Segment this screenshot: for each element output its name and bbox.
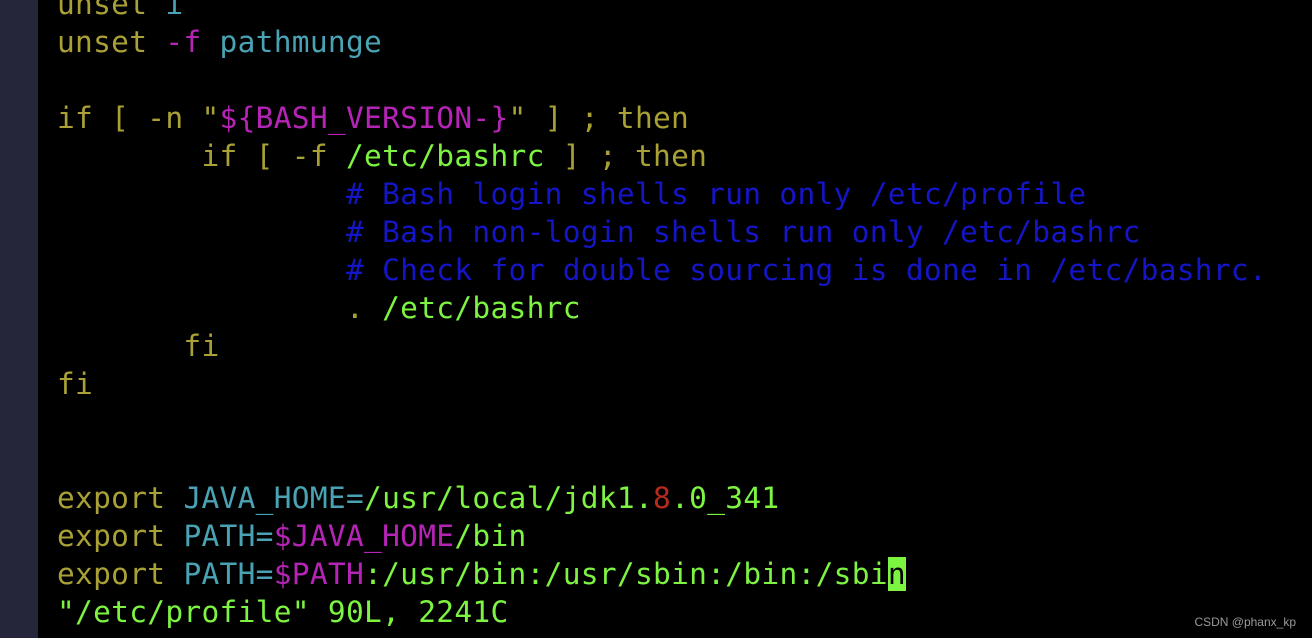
syntax-token: :/usr/bin:/usr/sbin:/bin:/sbi bbox=[364, 557, 888, 591]
syntax-token: "/etc/profile" 90L, 2241C bbox=[57, 595, 509, 629]
syntax-token: if [ -f bbox=[57, 139, 346, 173]
code-line: export PATH=$PATH:/usr/bin:/usr/sbin:/bi… bbox=[57, 555, 1267, 593]
syntax-token: /usr/local/jdk1. bbox=[364, 481, 654, 515]
syntax-token: /bin bbox=[454, 519, 527, 553]
syntax-token: .0_341 bbox=[671, 481, 780, 515]
code-line: export PATH=$JAVA_HOME/bin bbox=[57, 517, 1267, 555]
text-cursor: n bbox=[887, 557, 906, 591]
syntax-token: 8 bbox=[653, 481, 672, 515]
syntax-token: # Check for double sourcing is done in /… bbox=[57, 253, 1268, 287]
status-line: "/etc/profile" 90L, 2241C bbox=[57, 593, 1267, 631]
code-line: # Bash non-login shells run only /etc/ba… bbox=[57, 213, 1267, 251]
code-line: export JAVA_HOME=/usr/local/jdk1.8.0_341 bbox=[57, 479, 1267, 517]
syntax-token: ] ; then bbox=[544, 139, 708, 173]
syntax-token: fi bbox=[57, 367, 94, 401]
code-line: . /etc/bashrc bbox=[57, 289, 1267, 327]
code-line: unset -f pathmunge bbox=[57, 23, 1267, 61]
syntax-token: /etc/bashrc bbox=[345, 139, 545, 173]
syntax-token: " ] ; then bbox=[508, 101, 690, 135]
syntax-token: $PATH bbox=[273, 557, 365, 591]
syntax-token: # Bash login shells run only /etc/profil… bbox=[57, 177, 1087, 211]
code-line: fi bbox=[57, 327, 1267, 365]
syntax-token: PATH= bbox=[183, 519, 274, 553]
syntax-token: JAVA_HOME= bbox=[183, 481, 365, 515]
watermark: CSDN @phanx_kp bbox=[1194, 615, 1296, 629]
syntax-token: fi bbox=[57, 329, 220, 363]
code-line: if [ -f /etc/bashrc ] ; then bbox=[57, 137, 1267, 175]
vim-editor-buffer[interactable]: unset i unset -f pathmunge if [ -n "${BAS… bbox=[57, 0, 1267, 631]
syntax-token: PATH= bbox=[183, 557, 274, 591]
syntax-token: unset bbox=[57, 25, 166, 59]
code-line: fi bbox=[57, 365, 1267, 403]
syntax-token: -f bbox=[165, 25, 202, 59]
syntax-token: pathmunge bbox=[201, 25, 383, 59]
syntax-token: $JAVA_HOME bbox=[273, 519, 455, 553]
code-line: unset i bbox=[57, 0, 1267, 23]
syntax-token: unset bbox=[57, 0, 166, 21]
syntax-token: export bbox=[57, 557, 184, 591]
syntax-token: if [ -n " bbox=[57, 101, 220, 135]
code-line: # Bash login shells run only /etc/profil… bbox=[57, 175, 1267, 213]
syntax-token: export bbox=[57, 481, 184, 515]
syntax-token: export bbox=[57, 519, 184, 553]
syntax-token: /etc/bashrc bbox=[382, 291, 581, 325]
code-line: if [ -n "${BASH_VERSION-}" ] ; then bbox=[57, 99, 1267, 137]
syntax-token: i bbox=[165, 0, 184, 21]
syntax-token: ${BASH_VERSION-} bbox=[219, 101, 509, 135]
code-line: # Check for double sourcing is done in /… bbox=[57, 251, 1267, 289]
syntax-token: . bbox=[57, 291, 383, 325]
window-gutter bbox=[0, 0, 38, 638]
syntax-token: # Bash non-login shells run only /etc/ba… bbox=[57, 215, 1141, 249]
